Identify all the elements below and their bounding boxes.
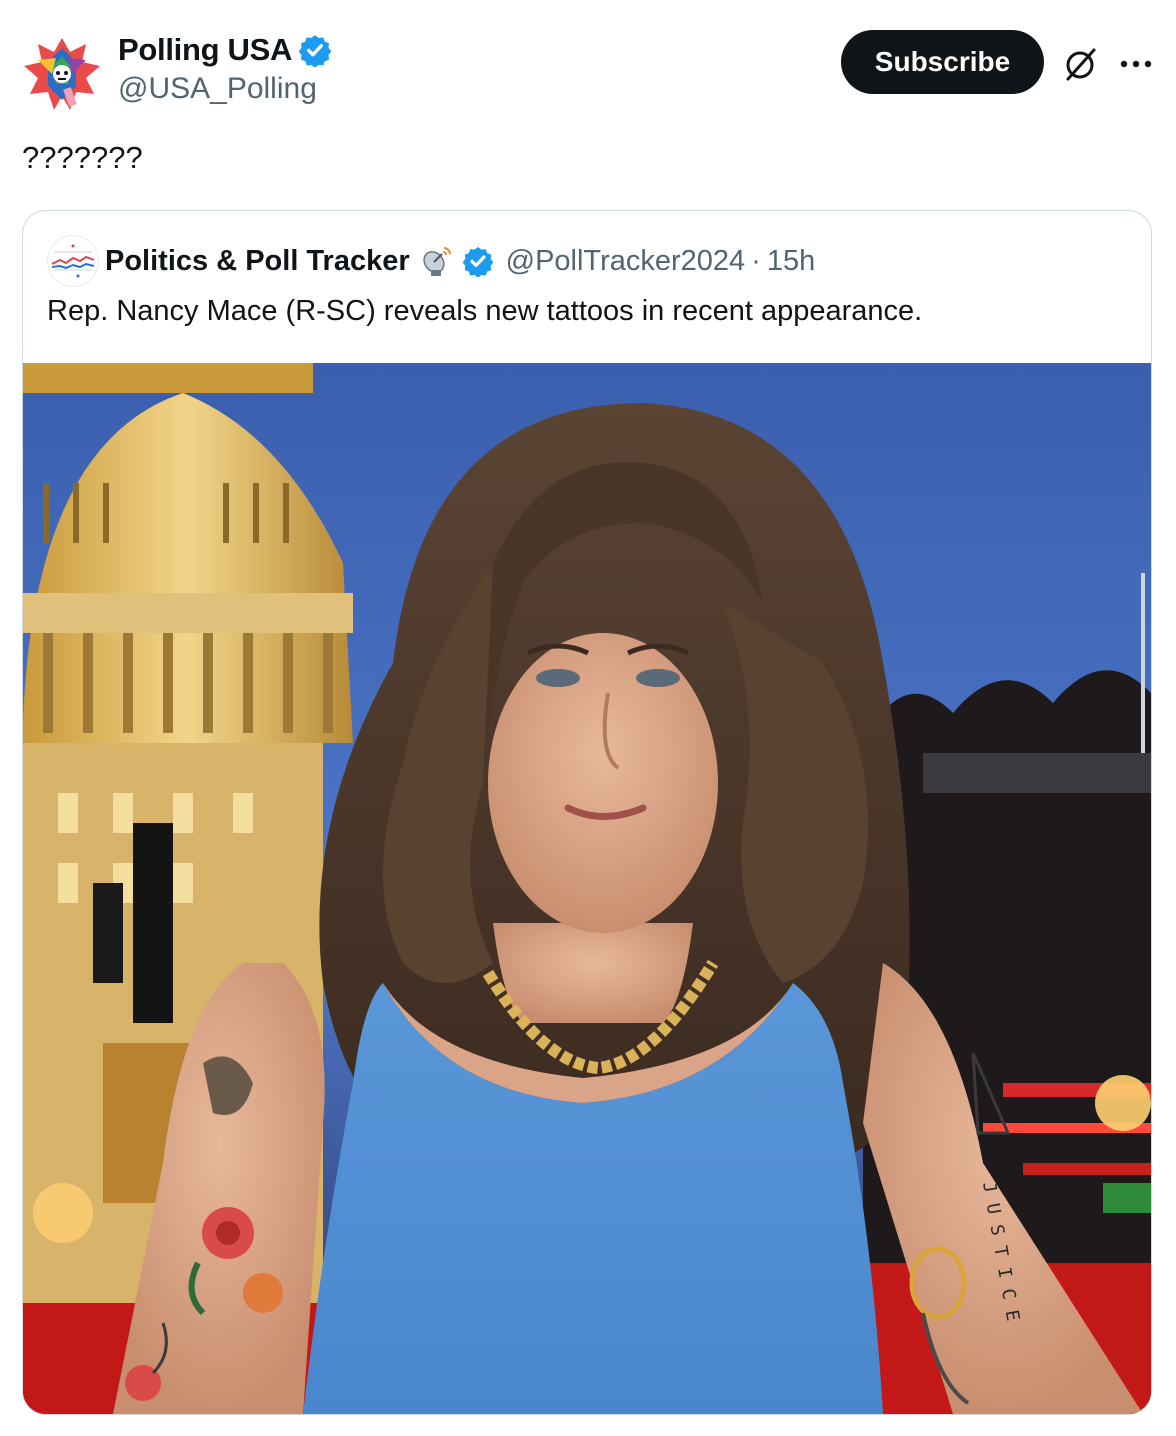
polling-usa-avatar-icon[interactable]: [22, 34, 102, 114]
author-handle[interactable]: @USA_Polling: [118, 72, 317, 106]
post-text: ???????: [22, 140, 143, 175]
quoted-author-avatar-icon[interactable]: [47, 235, 99, 287]
verified-badge-icon[interactable]: [298, 33, 332, 67]
quoted-post-card[interactable]: Politics & Poll Tracker @PollTracker2024…: [22, 210, 1152, 1415]
satellite-antenna-icon: [423, 247, 451, 276]
author-name-row[interactable]: Polling USA: [118, 30, 332, 70]
separator-dot: ·: [751, 244, 761, 277]
subscribe-button[interactable]: Subscribe: [841, 30, 1044, 94]
quoted-post-photo[interactable]: J U S T I C E: [23, 363, 1151, 1414]
author-display-name[interactable]: Polling USA: [118, 32, 292, 68]
quoted-post-text: Rep. Nancy Mace (R-SC) reveals new tatto…: [47, 295, 923, 327]
more-dots-icon[interactable]: [1116, 44, 1156, 84]
grok-slash-icon[interactable]: [1060, 44, 1100, 84]
quoted-post-time[interactable]: 15h: [767, 245, 815, 278]
quoted-author-row[interactable]: Politics & Poll Tracker @PollTracker2024…: [105, 239, 815, 283]
quoted-verified-badge-icon[interactable]: [462, 245, 494, 277]
quoted-author-display-name[interactable]: Politics & Poll Tracker: [105, 245, 410, 278]
quoted-author-handle[interactable]: @PollTracker2024: [506, 245, 746, 278]
